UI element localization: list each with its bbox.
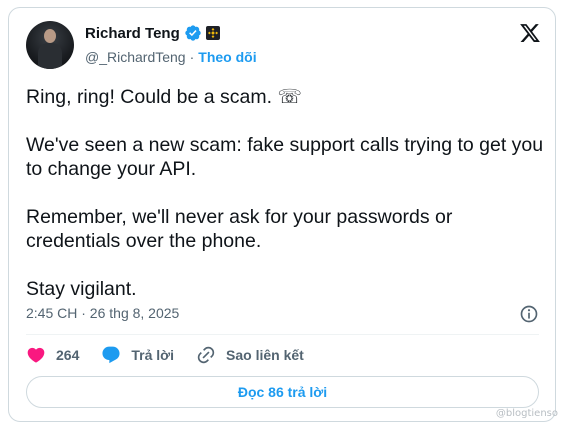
read-replies-button[interactable]: Đọc 86 trả lời: [26, 376, 539, 408]
author-handle-row: @_RichardTeng · Theo dõi: [85, 49, 257, 65]
avatar[interactable]: [26, 21, 74, 69]
author-handle[interactable]: @_RichardTeng: [85, 49, 186, 65]
tweet-paragraph: Remember, we'll never ask for your passw…: [26, 206, 453, 252]
info-icon[interactable]: [519, 304, 539, 324]
binance-affiliate-icon: [205, 26, 220, 40]
author-display-name[interactable]: Richard Teng: [85, 25, 180, 42]
watermark: @blogtienso: [495, 408, 558, 419]
tweet-text: Ring, ring! Could be a scam. ☏ We've see…: [26, 85, 546, 301]
divider: [26, 334, 539, 335]
reply-button[interactable]: Trả lời: [101, 345, 174, 365]
reply-bubble-icon: [102, 346, 120, 364]
x-logo-icon[interactable]: [519, 22, 541, 44]
handle-separator: ·: [189, 49, 195, 65]
tweet-paragraph: Stay vigilant.: [26, 278, 137, 300]
avatar-body: [38, 43, 62, 69]
heart-icon: [27, 347, 45, 363]
copy-link-label: Sao liên kết: [226, 347, 304, 363]
tweet-paragraph: We've seen a new scam: fake support call…: [26, 134, 544, 180]
copy-link-button[interactable]: Sao liên kết: [196, 345, 304, 365]
author-name-row: Richard Teng: [85, 24, 220, 42]
reply-label: Trả lời: [131, 347, 174, 363]
like-button[interactable]: 264: [26, 345, 79, 365]
tweet-card: Richard Teng @_RichardTeng · Theo dõi Ri…: [8, 7, 556, 422]
tweet-paragraph: Ring, ring! Could be a scam. ☏: [26, 86, 302, 108]
follow-button[interactable]: Theo dõi: [198, 49, 256, 65]
avatar-head: [44, 29, 56, 43]
like-count: 264: [56, 347, 80, 363]
verified-badge-icon: [185, 25, 201, 41]
tweet-timestamp[interactable]: 2:45 CH · 26 thg 8, 2025: [26, 305, 179, 321]
action-bar: 264 Trả lời Sao liên kết: [26, 345, 326, 365]
link-icon: [197, 346, 215, 364]
